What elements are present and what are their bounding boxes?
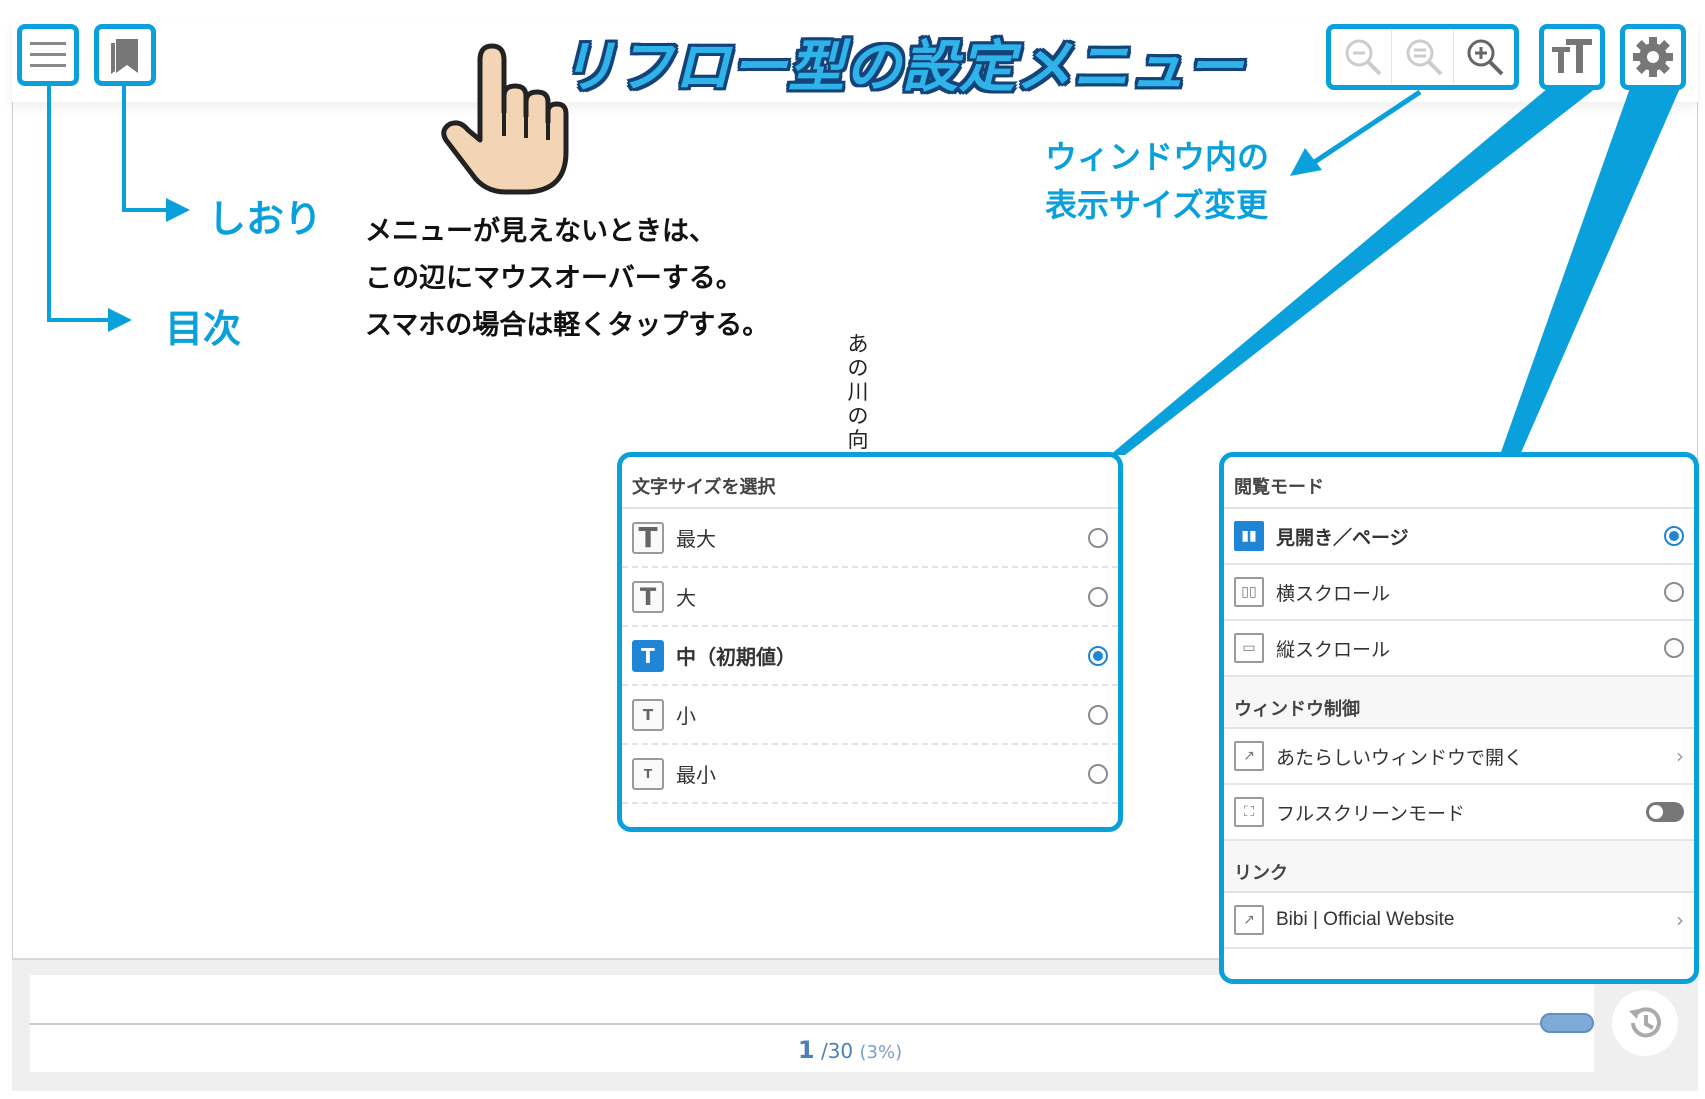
- text-size-icon: T: [632, 639, 664, 672]
- font-size-button[interactable]: [1545, 30, 1599, 84]
- chevron-right-icon: ›: [1676, 744, 1684, 768]
- font-size-icon: [1552, 39, 1592, 73]
- view-mode-label: 縦スクロール: [1276, 638, 1391, 661]
- fullscreen-toggle[interactable]: [1646, 802, 1684, 822]
- font-option-label: 大: [676, 586, 696, 610]
- radio-button[interactable]: [1664, 582, 1684, 602]
- font-option-medium[interactable]: T 中（初期値）: [622, 627, 1118, 686]
- toc-callout: 目次: [165, 307, 242, 351]
- zoom-out-button[interactable]: [1394, 30, 1454, 84]
- history-button[interactable]: [1612, 990, 1678, 1056]
- view-mode-label: 見開き／ページ: [1276, 526, 1409, 549]
- radio-button[interactable]: [1088, 704, 1108, 725]
- zoom-reset-button[interactable]: [1334, 30, 1392, 84]
- view-mode-horizontal[interactable]: ▯▯ 横スクロール: [1224, 565, 1694, 621]
- radio-button[interactable]: [1088, 645, 1108, 666]
- external-link-icon: ↗: [1234, 741, 1264, 771]
- page-slider-track[interactable]: [30, 1023, 1594, 1025]
- settings-panel: 閲覧モード ▮▮ 見開き／ページ ▯▯ 横スクロール ▭ 縦スクロール ウィンド…: [1219, 452, 1699, 984]
- font-option-large[interactable]: T 大: [622, 568, 1118, 627]
- chevron-right-icon: ›: [1676, 908, 1684, 932]
- font-option-label: 小: [676, 704, 696, 728]
- zoom-callout-line1: ウィンドウ内の: [1045, 138, 1270, 176]
- external-link-icon: ↗: [1234, 905, 1264, 935]
- page-title: リフロー型の設定メニュー: [560, 35, 1244, 100]
- radio-button[interactable]: [1664, 638, 1684, 658]
- history-icon: [1629, 1007, 1661, 1038]
- link-label: Bibi | Official Website: [1276, 909, 1455, 930]
- vertical-scroll-icon: ▭: [1234, 633, 1264, 663]
- radio-button[interactable]: [1088, 586, 1108, 607]
- book-char: 向: [847, 428, 869, 452]
- text-size-icon: T: [632, 757, 664, 790]
- book-char: あ: [847, 332, 869, 356]
- radio-button[interactable]: [1088, 763, 1108, 784]
- book-content-text: あ の 川 の 向: [846, 332, 870, 452]
- book-char: の: [847, 356, 869, 380]
- bookmark-callout: しおり: [208, 197, 323, 241]
- book-char: の: [847, 404, 869, 428]
- progress-percent: (3%): [859, 1042, 903, 1063]
- fullscreen-icon: ⛶: [1234, 797, 1264, 827]
- page-info: 1 /30 (3%): [700, 1036, 1000, 1064]
- font-option-label: 最小: [676, 763, 716, 787]
- gear-icon: [1633, 37, 1673, 77]
- text-size-icon: T: [632, 580, 664, 613]
- book-char: 川: [847, 380, 869, 404]
- spread-page-icon: ▮▮: [1234, 521, 1264, 551]
- official-website-link[interactable]: ↗ Bibi | Official Website ›: [1224, 893, 1694, 949]
- view-mode-vertical[interactable]: ▭ 縦スクロール: [1224, 621, 1694, 677]
- radio-button[interactable]: [1664, 526, 1684, 546]
- zoom-in-icon: [1467, 39, 1504, 76]
- radio-button[interactable]: [1088, 527, 1108, 548]
- view-mode-spread[interactable]: ▮▮ 見開き／ページ: [1224, 509, 1694, 565]
- current-page: 1: [797, 1036, 815, 1064]
- page-slider-thumb[interactable]: [1540, 1013, 1594, 1033]
- hint-line-2: この辺にマウスオーバーする。: [365, 263, 743, 294]
- hint-text: メニューが見えないときは、 この辺にマウスオーバーする。 スマホの場合は軽くタッ…: [365, 208, 769, 349]
- open-new-window[interactable]: ↗ あたらしいウィンドウで開く ›: [1224, 729, 1694, 785]
- pointing-hand-icon: [441, 43, 569, 195]
- link-section-title: リンク: [1224, 841, 1694, 893]
- view-mode-label: 横スクロール: [1276, 582, 1391, 605]
- zoom-fit-icon: [1406, 39, 1442, 76]
- zoom-out-icon: [1345, 39, 1381, 76]
- window-control-title: ウィンドウ制御: [1224, 677, 1694, 729]
- font-option-label: 最大: [676, 527, 716, 551]
- text-size-icon: T: [632, 521, 664, 554]
- font-panel-title: 文字サイズを選択: [622, 457, 1118, 509]
- font-option-label: 中（初期値）: [676, 645, 796, 669]
- zoom-callout-line2: 表示サイズ変更: [1045, 186, 1269, 224]
- font-size-panel: 文字サイズを選択 T 最大 T 大 T 中（初期値） T 小 T 最小: [617, 452, 1123, 832]
- font-option-smallest[interactable]: T 最小: [622, 745, 1118, 804]
- settings-button[interactable]: [1626, 30, 1680, 84]
- zoom-in-button[interactable]: [1456, 30, 1514, 84]
- horizontal-scroll-icon: ▯▯: [1234, 577, 1264, 607]
- font-option-largest[interactable]: T 最大: [622, 509, 1118, 568]
- total-pages: /30: [820, 1039, 854, 1063]
- view-mode-title: 閲覧モード: [1224, 457, 1694, 509]
- window-item-label: フルスクリーンモード: [1276, 802, 1466, 825]
- fullscreen-mode[interactable]: ⛶ フルスクリーンモード: [1224, 785, 1694, 841]
- font-option-small[interactable]: T 小: [622, 686, 1118, 745]
- hint-line-1: メニューが見えないときは、: [365, 216, 716, 247]
- window-item-label: あたらしいウィンドウで開く: [1276, 746, 1524, 769]
- hint-line-3: スマホの場合は軽くタップする。: [365, 310, 770, 341]
- text-size-icon: T: [632, 698, 664, 731]
